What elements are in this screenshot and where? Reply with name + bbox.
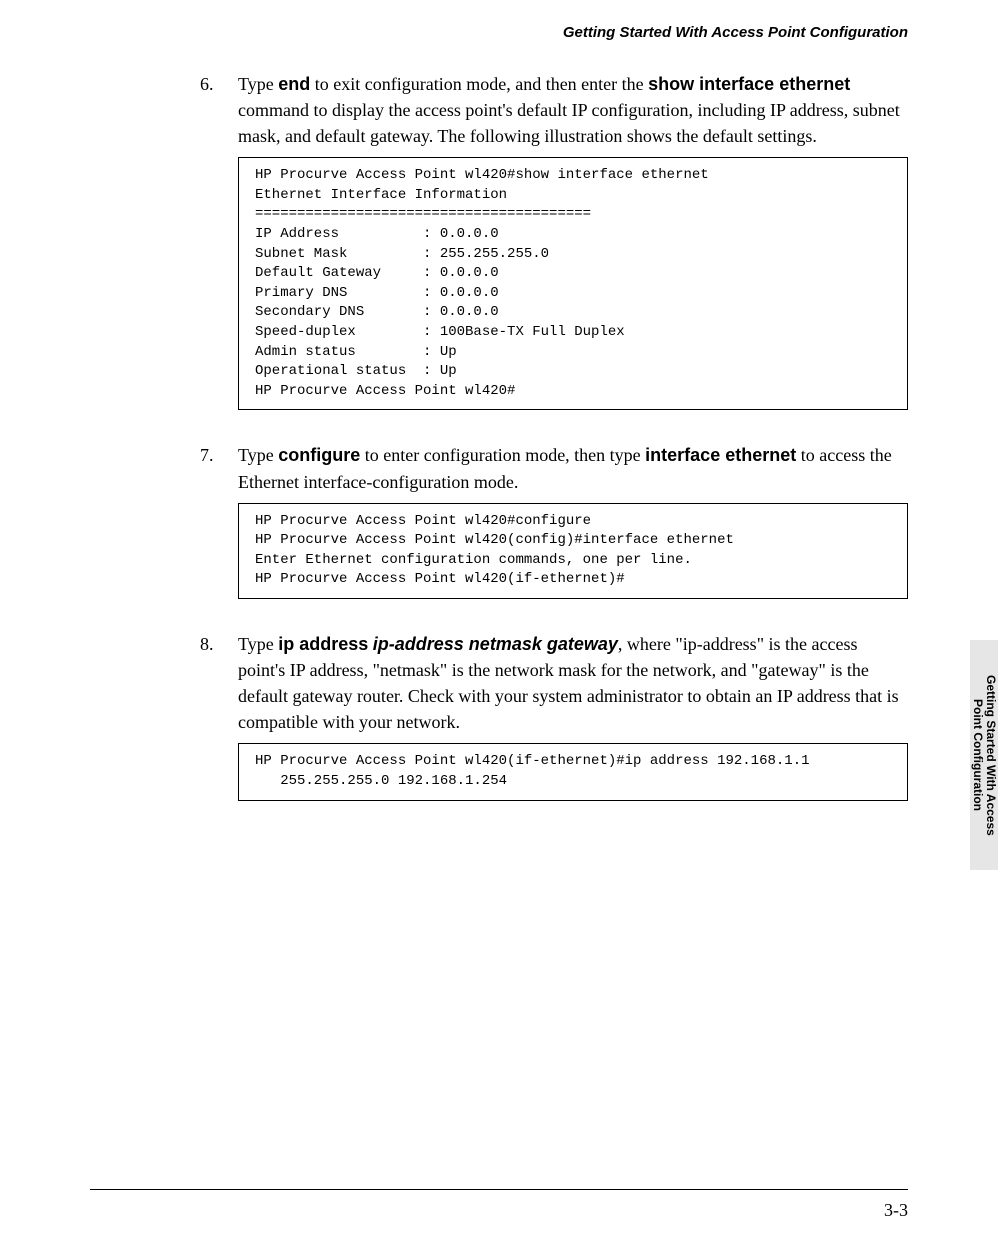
command-end: end: [278, 74, 310, 94]
text-fragment: to exit configuration mode, and then ent…: [310, 74, 648, 94]
step-text: Type end to exit configuration mode, and…: [238, 71, 908, 149]
step-text: Type ip address ip-address netmask gatew…: [238, 631, 908, 735]
text-fragment: Type: [238, 445, 278, 465]
side-tab-line2: Point Configuration: [971, 699, 985, 811]
code-block-7: HP Procurve Access Point wl420#configure…: [238, 503, 908, 599]
page-footer: 3-3: [90, 1189, 908, 1221]
step-body: Type ip address ip-address netmask gatew…: [238, 631, 908, 821]
command-ip-address: ip address: [278, 634, 368, 654]
page-header: Getting Started With Access Point Config…: [0, 0, 998, 41]
command-show-interface: show interface ethernet: [648, 74, 850, 94]
step-7: 7. Type configure to enter configuration…: [200, 442, 908, 619]
step-body: Type end to exit configuration mode, and…: [238, 71, 908, 430]
command-configure: configure: [278, 445, 360, 465]
text-fragment: Type: [238, 634, 278, 654]
command-interface-ethernet: interface ethernet: [645, 445, 796, 465]
step-body: Type configure to enter configuration mo…: [238, 442, 908, 619]
step-number: 7.: [200, 442, 238, 619]
code-block-6: HP Procurve Access Point wl420#show inte…: [238, 157, 908, 410]
main-content: 6. Type end to exit configuration mode, …: [0, 41, 998, 821]
step-number: 6.: [200, 71, 238, 430]
command-args: ip-address netmask gateway: [373, 634, 618, 654]
header-title: Getting Started With Access Point Config…: [563, 24, 908, 41]
text-fragment: Type: [238, 74, 278, 94]
step-6: 6. Type end to exit configuration mode, …: [200, 71, 908, 430]
side-tab-line1: Getting Started With Access: [984, 675, 998, 836]
side-tab: Getting Started With Access Point Config…: [970, 640, 998, 870]
page-number: 3-3: [884, 1200, 908, 1220]
side-tab-text: Getting Started With Access Point Config…: [971, 675, 997, 836]
step-8: 8. Type ip address ip-address netmask ga…: [200, 631, 908, 821]
step-number: 8.: [200, 631, 238, 821]
text-fragment: command to display the access point's de…: [238, 100, 900, 146]
step-text: Type configure to enter configuration mo…: [238, 442, 908, 494]
code-block-8: HP Procurve Access Point wl420(if-ethern…: [238, 743, 908, 800]
text-fragment: to enter configuration mode, then type: [360, 445, 645, 465]
